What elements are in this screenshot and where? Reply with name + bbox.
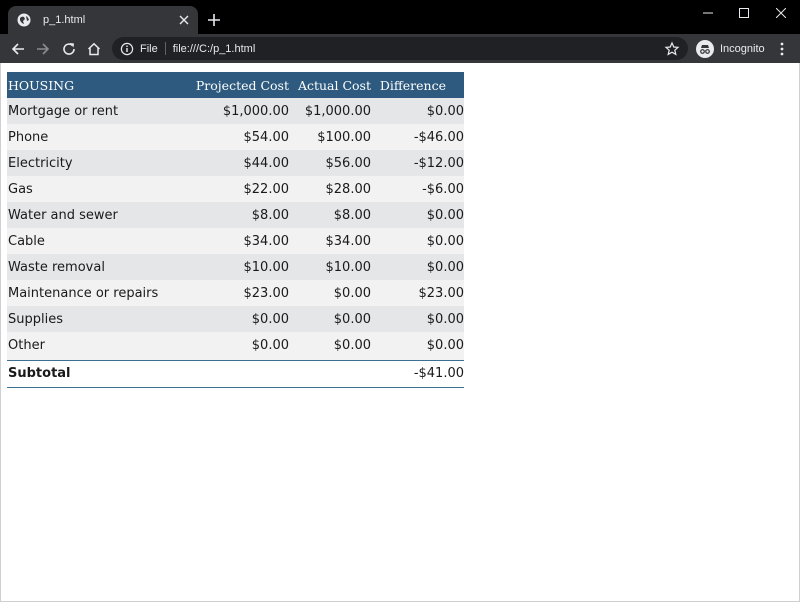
actual-cost-cell: $1,000.00 (289, 98, 371, 124)
row-label: Mortgage or rent (7, 98, 194, 124)
reload-icon[interactable] (59, 39, 79, 59)
row-label: Waste removal (7, 254, 194, 280)
actual-cost-cell: $28.00 (289, 176, 371, 202)
projected-cost-cell: $44.00 (194, 150, 289, 176)
subtotal-difference-cell: -$41.00 (371, 360, 464, 388)
subtotal-projected-cell (194, 360, 289, 388)
info-icon[interactable] (120, 42, 134, 56)
actual-cost-cell: $56.00 (289, 150, 371, 176)
address-url[interactable]: file:///C:/p_1.html (173, 43, 664, 55)
difference-cell: $0.00 (371, 254, 464, 280)
table-row: Maintenance or repairs $23.00 $0.00 $23.… (7, 280, 464, 306)
header-housing: HOUSING (7, 72, 194, 98)
actual-cost-cell: $34.00 (289, 228, 371, 254)
table-row: Mortgage or rent $1,000.00 $1,000.00 $0.… (7, 98, 464, 124)
forward-arrow-icon[interactable] (33, 39, 53, 59)
table-row: Gas $22.00 $28.00 -$6.00 (7, 176, 464, 202)
projected-cost-cell: $1,000.00 (194, 98, 289, 124)
star-icon[interactable] (664, 41, 680, 57)
incognito-indicator[interactable]: Incognito (692, 38, 766, 59)
table-row: Phone $54.00 $100.00 -$46.00 (7, 124, 464, 150)
difference-cell: $0.00 (371, 332, 464, 361)
table-row: Cable $34.00 $34.00 $0.00 (7, 228, 464, 254)
incognito-label: Incognito (720, 42, 765, 55)
table-row: Waste removal $10.00 $10.00 $0.00 (7, 254, 464, 280)
row-label: Gas (7, 176, 194, 202)
home-icon[interactable] (84, 39, 104, 59)
table-row: Water and sewer $8.00 $8.00 $0.00 (7, 202, 464, 228)
projected-cost-cell: $34.00 (194, 228, 289, 254)
header-actual-cost: Actual Cost (289, 72, 371, 98)
row-label: Supplies (7, 306, 194, 332)
incognito-icon (696, 39, 714, 58)
row-label: Other (7, 332, 194, 361)
table-header-row: HOUSING Projected Cost Actual Cost Diffe… (7, 72, 464, 98)
difference-cell: $23.00 (371, 280, 464, 306)
browser-toolbar: File file:///C:/p_1.html Incognito (0, 34, 800, 63)
projected-cost-cell: $54.00 (194, 124, 289, 150)
globe-favicon-icon (17, 13, 31, 27)
housing-table: HOUSING Projected Cost Actual Cost Diffe… (7, 72, 464, 388)
actual-cost-cell: $0.00 (289, 280, 371, 306)
table-row: Other $0.00 $0.00 $0.00 (7, 332, 464, 361)
row-label: Cable (7, 228, 194, 254)
actual-cost-cell: $100.00 (289, 124, 371, 150)
browser-titlebar: p_1.html (0, 0, 800, 34)
address-bar[interactable]: File file:///C:/p_1.html (112, 37, 688, 60)
difference-cell: $0.00 (371, 306, 464, 332)
actual-cost-cell: $0.00 (289, 332, 371, 361)
table-row: Electricity $44.00 $56.00 -$12.00 (7, 150, 464, 176)
row-label: Water and sewer (7, 202, 194, 228)
difference-cell: -$12.00 (371, 150, 464, 176)
address-divider (164, 42, 166, 55)
tab-title: p_1.html (43, 14, 86, 26)
subtotal-actual-cell (289, 360, 371, 388)
browser-tab[interactable]: p_1.html (8, 6, 198, 34)
row-label: Maintenance or repairs (7, 280, 194, 306)
back-arrow-icon[interactable] (8, 39, 28, 59)
projected-cost-cell: $0.00 (194, 306, 289, 332)
table-row: Supplies $0.00 $0.00 $0.00 (7, 306, 464, 332)
window-close-icon[interactable] (763, 0, 799, 26)
subtotal-label: Subtotal (7, 360, 194, 388)
kebab-menu-icon[interactable] (772, 39, 792, 59)
projected-cost-cell: $23.00 (194, 280, 289, 306)
projected-cost-cell: $0.00 (194, 332, 289, 361)
header-difference: Difference (371, 72, 464, 98)
difference-cell: $0.00 (371, 228, 464, 254)
projected-cost-cell: $22.00 (194, 176, 289, 202)
row-label: Phone (7, 124, 194, 150)
address-scheme: File (140, 42, 158, 55)
projected-cost-cell: $10.00 (194, 254, 289, 280)
actual-cost-cell: $8.00 (289, 202, 371, 228)
header-projected-cost: Projected Cost (194, 72, 289, 98)
actual-cost-cell: $10.00 (289, 254, 371, 280)
minimize-icon[interactable] (690, 0, 726, 26)
page-viewport: HOUSING Projected Cost Actual Cost Diffe… (0, 63, 800, 602)
maximize-icon[interactable] (726, 0, 762, 26)
close-icon[interactable] (176, 12, 192, 28)
difference-cell: -$46.00 (371, 124, 464, 150)
difference-cell: $0.00 (371, 202, 464, 228)
row-label: Electricity (7, 150, 194, 176)
difference-cell: $0.00 (371, 98, 464, 124)
plus-icon[interactable] (205, 11, 223, 29)
actual-cost-cell: $0.00 (289, 306, 371, 332)
difference-cell: -$6.00 (371, 176, 464, 202)
subtotal-row: Subtotal -$41.00 (7, 360, 464, 388)
projected-cost-cell: $8.00 (194, 202, 289, 228)
